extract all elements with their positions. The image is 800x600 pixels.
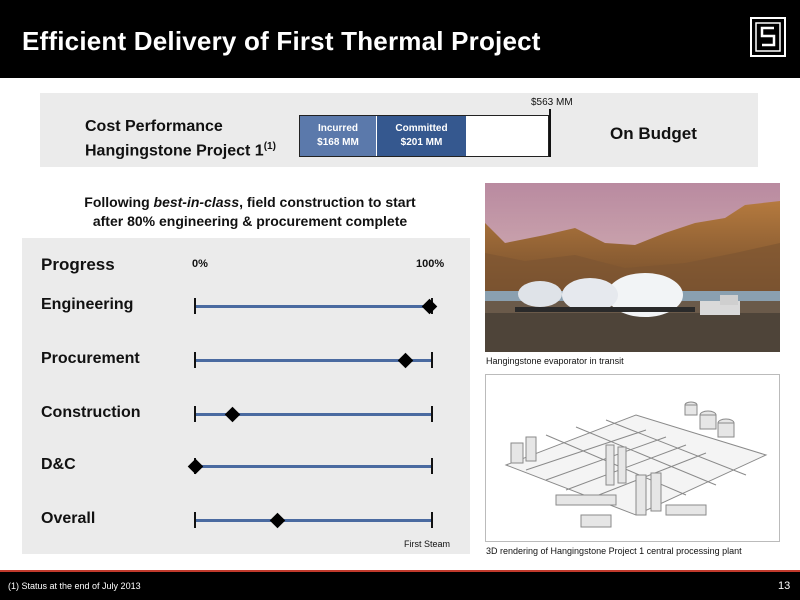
page-number: 13 (778, 580, 791, 592)
progress-row-label: Construction (41, 404, 141, 421)
note-prefix: Following (84, 194, 154, 210)
cost-title-line1: Cost Performance (85, 118, 223, 135)
progress-row-label: Overall (41, 510, 96, 527)
progress-row-label: D&C (41, 456, 76, 473)
progress-row-label: Procurement (41, 350, 140, 367)
cost-performance-panel: Cost Performance Hangingstone Project 1(… (40, 93, 758, 167)
committed-segment: Committed $201 MM (376, 116, 466, 156)
committed-label: Committed (395, 123, 448, 134)
progress-end-cap (431, 406, 433, 422)
footnote-reference: (1) (263, 141, 276, 152)
progress-end-cap (431, 352, 433, 368)
footnote: (1) Status at the end of July 2013 (8, 581, 141, 591)
progress-start-cap (194, 298, 196, 314)
first-steam-label: First Steam (404, 539, 451, 549)
cost-bar: Incurred $168 MM Committed $201 MM (299, 115, 549, 157)
construction-note: Following best-in-class, field construct… (30, 193, 470, 231)
progress-start-cap (194, 352, 196, 368)
total-budget-label: $563 MM (531, 97, 573, 108)
note-line2: after 80% engineering & procurement comp… (92, 213, 408, 229)
progress-panel (22, 238, 470, 554)
progress-end-cap (431, 458, 433, 474)
progress-end-cap (431, 512, 433, 528)
budget-limit-line (549, 109, 551, 157)
progress-start-cap (194, 406, 196, 422)
company-logo-icon (750, 17, 786, 57)
incurred-label: Incurred (317, 123, 358, 134)
evaporator-transit-photo (485, 183, 780, 352)
progress-row-label: Engineering (41, 296, 134, 313)
progress-track (195, 305, 432, 308)
cost-title-line2: Hangingstone Project 1 (85, 142, 264, 160)
note-emphasis: best-in-class (153, 194, 240, 210)
note-line1-rest: , field construction to start (239, 194, 416, 210)
progress-track (195, 465, 432, 468)
committed-value: $201 MM (400, 137, 443, 148)
header-bar: Efficient Delivery of First Thermal Proj… (0, 0, 800, 78)
incurred-value: $168 MM (317, 137, 359, 148)
progress-title: Progress (41, 255, 115, 274)
progress-start-label: 0% (192, 258, 208, 270)
processing-plant-rendering (485, 374, 780, 542)
cost-performance-title: Cost Performance Hangingstone Project 1(… (85, 117, 276, 161)
progress-track (195, 359, 432, 362)
incurred-segment: Incurred $168 MM (300, 116, 376, 156)
photo-caption-evaporator: Hangingstone evaporator in transit (486, 356, 624, 366)
progress-end-label: 100% (416, 258, 445, 270)
progress-start-cap (194, 512, 196, 528)
page-title: Efficient Delivery of First Thermal Proj… (22, 26, 541, 56)
progress-track (195, 519, 432, 522)
photo-caption-plant: 3D rendering of Hangingstone Project 1 c… (486, 546, 742, 556)
budget-status: On Budget (610, 124, 697, 143)
